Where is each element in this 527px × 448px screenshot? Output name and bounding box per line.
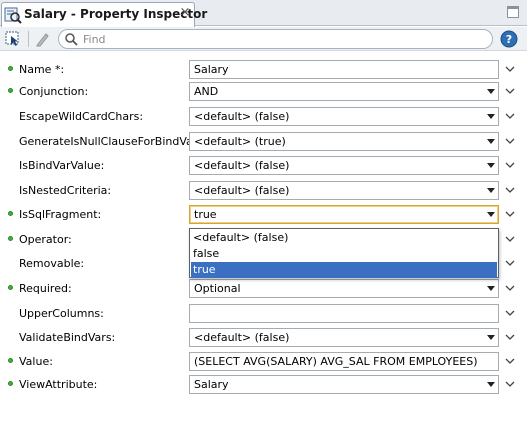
dropdown-option[interactable]: true bbox=[191, 262, 497, 278]
chevron-down-icon[interactable] bbox=[503, 109, 517, 123]
required-dot-icon bbox=[8, 381, 13, 386]
dropdown-arrow-icon[interactable] bbox=[487, 89, 495, 94]
field-value: Salary bbox=[194, 378, 229, 391]
property-row-generateisnullclauseforbindvars: GenerateIsNullClauseForBindVars: <default… bbox=[0, 130, 527, 152]
property-row-issqlfragment: IsSqlFragment: true bbox=[0, 203, 527, 225]
chevron-down-icon[interactable] bbox=[503, 158, 517, 172]
tab-bar: Salary - Property Inspector × bbox=[0, 0, 527, 27]
property-row-escapewildcardchars: EscapeWildCardChars: <default> (false) bbox=[0, 105, 527, 127]
required-dot-icon bbox=[8, 358, 13, 363]
field-value: <default> (false) bbox=[194, 159, 290, 172]
property-row-required: Required: Optional bbox=[0, 277, 527, 299]
maximize-icon[interactable] bbox=[507, 6, 519, 18]
chevron-down-icon[interactable] bbox=[503, 84, 517, 98]
edit-pencil-icon[interactable] bbox=[34, 30, 52, 48]
field-value: <default> (false) bbox=[194, 331, 290, 344]
field-value: AND bbox=[194, 85, 219, 98]
required-dot-icon bbox=[8, 88, 13, 93]
property-label: ValidateBindVars: bbox=[19, 331, 116, 344]
property-label: IsNestedCriteria: bbox=[19, 184, 112, 197]
help-label: ? bbox=[506, 33, 512, 46]
property-label: ViewAttribute: bbox=[19, 378, 98, 391]
dropdown-arrow-icon[interactable] bbox=[487, 382, 495, 387]
property-row-conjunction: Conjunction: AND bbox=[0, 80, 527, 102]
field-value: <default> (false) bbox=[194, 184, 290, 197]
property-row-isnestedcriteria: IsNestedCriteria: <default> (false) bbox=[0, 179, 527, 201]
isbindvarvalue-combo[interactable]: <default> (false) bbox=[189, 156, 499, 175]
property-label: Removable: bbox=[19, 257, 85, 270]
dropdown-arrow-icon[interactable] bbox=[487, 139, 495, 144]
chevron-down-icon[interactable] bbox=[503, 62, 517, 76]
select-component-icon[interactable] bbox=[4, 30, 22, 48]
generateisnullclauseforbindvars-combo[interactable]: <default> (true) bbox=[189, 132, 499, 151]
required-combo[interactable]: Optional bbox=[189, 279, 499, 298]
property-row-uppercolumns: UpperColumns: bbox=[0, 302, 527, 324]
property-label: IsSqlFragment: bbox=[19, 208, 102, 221]
required-dot-icon bbox=[8, 211, 13, 216]
dropdown-option[interactable]: false bbox=[191, 246, 497, 262]
dropdown-arrow-icon[interactable] bbox=[487, 114, 495, 119]
property-row-name: Name *: Salary bbox=[0, 58, 527, 80]
property-label: UpperColumns: bbox=[19, 307, 104, 320]
is-sql-fragment-dropdown-list[interactable]: <default> (false) false true bbox=[189, 228, 499, 278]
help-icon[interactable]: ? bbox=[500, 30, 518, 48]
chevron-down-icon[interactable] bbox=[503, 306, 517, 320]
field-value: (SELECT AVG(SALARY) AVG_SAL FROM EMPLOYE… bbox=[194, 355, 478, 368]
field-value: Salary bbox=[194, 63, 229, 76]
chevron-down-icon[interactable] bbox=[503, 207, 517, 221]
search-input[interactable] bbox=[83, 31, 483, 47]
property-label: GenerateIsNullClauseForBindVars: bbox=[19, 135, 207, 148]
tab-property-inspector[interactable]: Salary - Property Inspector × bbox=[1, 2, 207, 27]
name-field[interactable]: Salary bbox=[189, 60, 499, 79]
value-field[interactable]: (SELECT AVG(SALARY) AVG_SAL FROM EMPLOYE… bbox=[189, 352, 499, 371]
property-label: Operator: bbox=[19, 233, 72, 246]
property-label: Conjunction: bbox=[19, 85, 89, 98]
escapewildcardchars-combo[interactable]: <default> (false) bbox=[189, 107, 499, 126]
dropdown-arrow-icon[interactable] bbox=[487, 335, 495, 340]
field-value: <default> (true) bbox=[194, 135, 286, 148]
close-icon[interactable]: × bbox=[178, 6, 192, 20]
chevron-down-icon[interactable] bbox=[503, 281, 517, 295]
property-inspector-icon bbox=[4, 7, 22, 24]
field-value: <default> (false) bbox=[194, 110, 290, 123]
conjunction-combo[interactable]: AND bbox=[189, 82, 499, 101]
dropdown-arrow-icon[interactable] bbox=[487, 188, 495, 193]
property-row-validatebindvars: ValidateBindVars: <default> (false) bbox=[0, 326, 527, 348]
property-label: Required: bbox=[19, 282, 72, 295]
field-value: Optional bbox=[194, 282, 241, 295]
chevron-down-icon[interactable] bbox=[503, 256, 517, 270]
chevron-down-icon[interactable] bbox=[503, 183, 517, 197]
dropdown-arrow-icon[interactable] bbox=[487, 163, 495, 168]
property-row-value: Value: (SELECT AVG(SALARY) AVG_SAL FROM E… bbox=[0, 350, 527, 372]
required-dot-icon bbox=[8, 285, 13, 290]
dropdown-arrow-icon[interactable] bbox=[487, 212, 495, 217]
chevron-down-icon[interactable] bbox=[503, 232, 517, 246]
required-dot-icon bbox=[8, 236, 13, 241]
property-label: Name *: bbox=[19, 63, 65, 76]
chevron-down-icon[interactable] bbox=[503, 354, 517, 368]
field-value: true bbox=[194, 208, 217, 221]
search-box[interactable] bbox=[58, 29, 493, 49]
toolbar: ? bbox=[0, 27, 527, 51]
validatebindvars-combo[interactable]: <default> (false) bbox=[189, 328, 499, 347]
property-label: EscapeWildCardChars: bbox=[19, 110, 144, 123]
property-row-isbindvarvalue: IsBindVarValue: <default> (false) bbox=[0, 154, 527, 176]
isnestedcriteria-combo[interactable]: <default> (false) bbox=[189, 181, 499, 200]
property-label: Value: bbox=[19, 355, 53, 368]
viewattribute-combo[interactable]: Salary bbox=[189, 375, 499, 394]
search-icon bbox=[65, 33, 78, 46]
chevron-down-icon[interactable] bbox=[503, 330, 517, 344]
property-row-viewattribute: ViewAttribute: Salary bbox=[0, 373, 527, 395]
chevron-down-icon[interactable] bbox=[503, 134, 517, 148]
dropdown-arrow-icon[interactable] bbox=[487, 286, 495, 291]
chevron-down-icon[interactable] bbox=[503, 377, 517, 391]
property-label: IsBindVarValue: bbox=[19, 159, 105, 172]
required-dot-icon bbox=[8, 66, 13, 71]
issqlfragment-combo[interactable]: true bbox=[189, 205, 499, 224]
toolbar-separator bbox=[28, 31, 29, 47]
uppercolumns-field[interactable] bbox=[189, 304, 499, 323]
dropdown-option[interactable]: <default> (false) bbox=[191, 230, 497, 246]
